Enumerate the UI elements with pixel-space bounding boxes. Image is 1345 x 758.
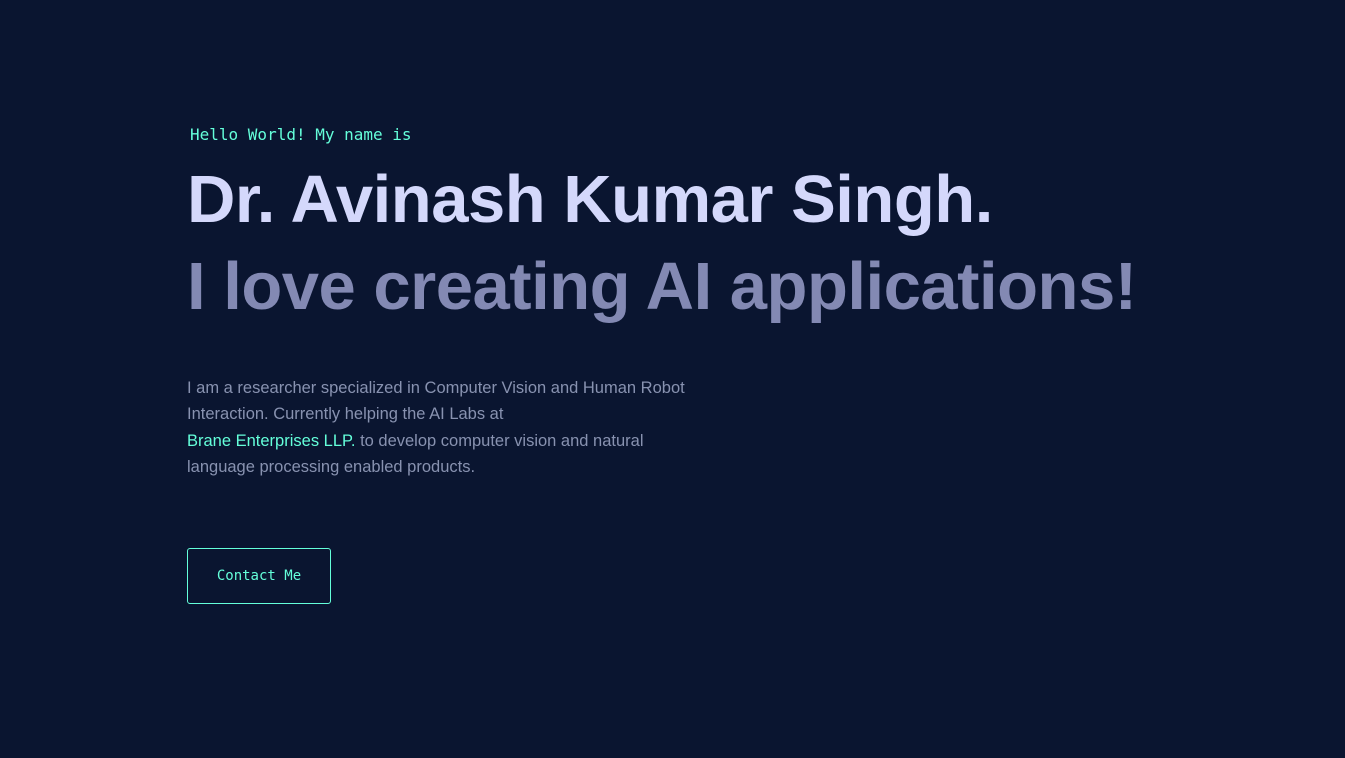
- greeting-text: Hello World! My name is: [190, 125, 412, 144]
- hero-tagline-heading: I love creating AI applications!: [187, 249, 1137, 324]
- hero-section: Hello World! My name is Dr. Avinash Kuma…: [187, 0, 1287, 758]
- contact-me-button[interactable]: Contact Me: [187, 548, 331, 604]
- bio-text-part-1: I am a researcher specialized in Compute…: [187, 379, 685, 424]
- hero-name-heading: Dr. Avinash Kumar Singh.: [187, 162, 993, 237]
- company-link[interactable]: Brane Enterprises LLP.: [187, 432, 355, 450]
- bio-paragraph: I am a researcher specialized in Compute…: [187, 375, 687, 480]
